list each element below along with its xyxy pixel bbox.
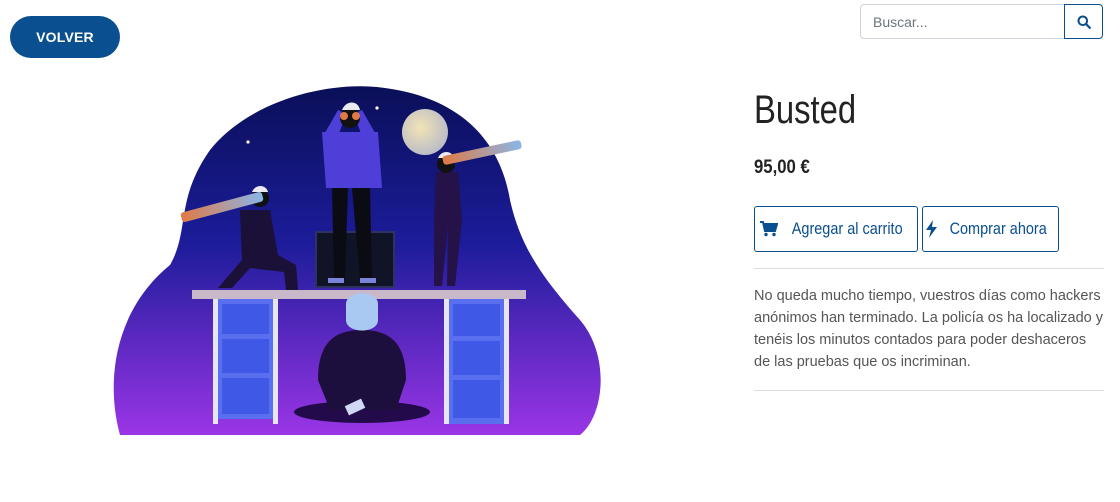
star — [223, 123, 227, 127]
moon — [402, 109, 448, 155]
add-to-cart-label: Agregar al carrito — [791, 219, 903, 238]
drawer — [222, 339, 269, 373]
desk-leg — [273, 299, 278, 424]
product-title: Busted — [754, 88, 857, 132]
drawer — [222, 304, 269, 334]
monitor — [315, 231, 395, 288]
add-to-cart-button[interactable]: Agregar al carrito — [754, 206, 918, 252]
buy-now-label: Comprar ahora — [949, 219, 1047, 238]
binoculars — [340, 112, 348, 120]
product-illustration — [113, 86, 601, 435]
drawer — [453, 304, 500, 336]
buy-now-button[interactable]: Comprar ahora — [922, 206, 1059, 252]
shoe — [360, 278, 376, 283]
desk-leg — [504, 299, 509, 424]
back-button[interactable]: VOLVER — [10, 16, 120, 58]
drawer — [453, 341, 500, 375]
divider — [754, 268, 1104, 269]
product-description: No queda mucho tiempo, vuestros días com… — [754, 288, 1104, 370]
search-input[interactable] — [860, 4, 1064, 39]
star — [246, 140, 250, 144]
desk-leg — [213, 299, 218, 424]
star — [375, 106, 379, 110]
shopping-cart-icon — [759, 221, 778, 237]
search-button[interactable] — [1064, 4, 1103, 39]
shoe — [328, 278, 344, 283]
search-icon — [1077, 15, 1091, 29]
divider — [754, 390, 1104, 391]
binoculars — [352, 112, 360, 120]
anonymous-mask — [346, 293, 378, 331]
drawer — [453, 380, 500, 418]
lightning-bolt-icon — [925, 220, 937, 238]
desk-leg — [444, 299, 449, 424]
hacker-body — [318, 330, 406, 410]
search-bar — [860, 4, 1103, 39]
product-price: 95,00 € — [754, 157, 810, 178]
drawer — [222, 378, 269, 414]
